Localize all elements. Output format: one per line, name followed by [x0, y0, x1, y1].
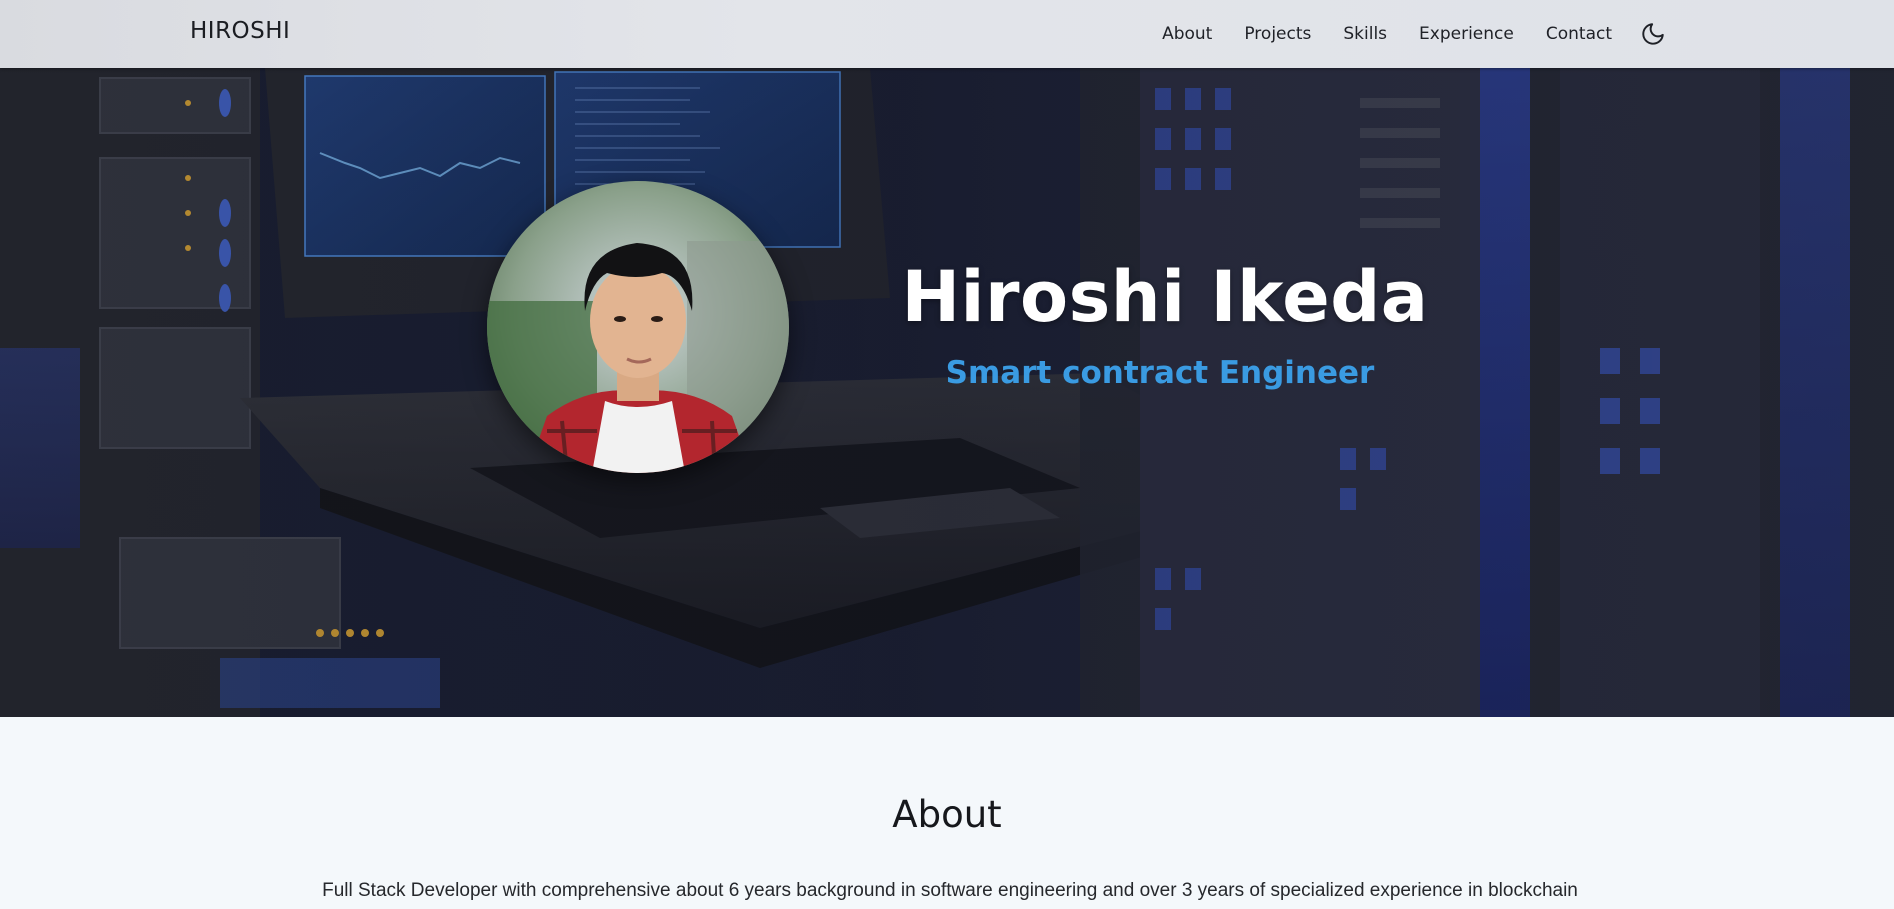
nav-links: About Projects Skills Experience Contact: [1162, 0, 1666, 68]
about-section-title: About: [892, 793, 1002, 836]
brand-logo[interactable]: HIROSHI: [190, 18, 290, 44]
moon-icon: [1642, 23, 1664, 45]
nav-link-projects[interactable]: Projects: [1244, 24, 1311, 44]
profile-photo: [487, 181, 789, 473]
nav-link-experience[interactable]: Experience: [1419, 24, 1514, 44]
hero-overlay: [0, 68, 1894, 717]
nav-link-about[interactable]: About: [1162, 24, 1212, 44]
about-description: Full Stack Developer with comprehensive …: [322, 880, 1578, 901]
hero-role: Smart contract Engineer: [945, 355, 1375, 391]
nav-link-skills[interactable]: Skills: [1343, 24, 1387, 44]
hero-name: Hiroshi Ikeda: [901, 256, 1429, 338]
hero-section: Hiroshi Ikeda Smart contract Engineer: [0, 68, 1894, 717]
avatar: [487, 181, 789, 473]
nav-link-contact[interactable]: Contact: [1546, 24, 1612, 44]
navbar: HIROSHI About Projects Skills Experience…: [0, 0, 1894, 68]
theme-toggle-button[interactable]: [1640, 21, 1666, 47]
